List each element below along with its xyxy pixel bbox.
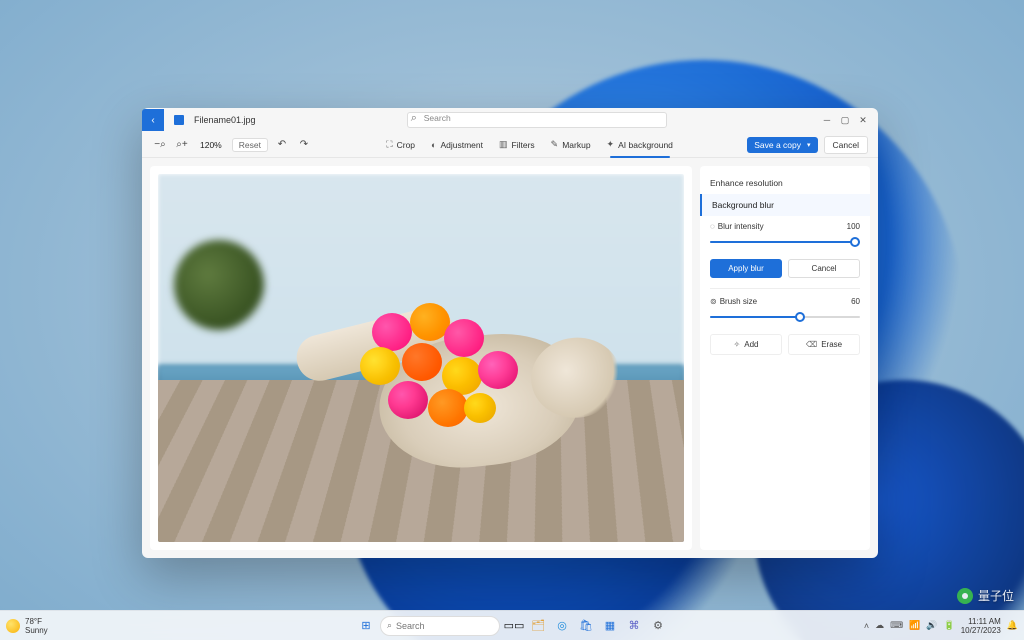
save-label: Save a copy xyxy=(754,140,801,150)
blur-intensity-label: ◌Blur intensity xyxy=(710,222,764,231)
condition: Sunny xyxy=(25,626,48,635)
zoom-in-button[interactable]: ⌕+ xyxy=(174,137,190,153)
image-preview xyxy=(158,174,684,542)
markup-icon: ✎ xyxy=(551,139,559,150)
store-icon[interactable]: 🛍 xyxy=(576,616,596,636)
tab-crop[interactable]: ⛶ Crop xyxy=(381,137,420,152)
file-icon xyxy=(174,115,184,125)
close-button[interactable]: ✕ xyxy=(854,111,872,129)
volume-icon[interactable]: 🔊 xyxy=(926,620,937,631)
temperature: 78°F xyxy=(25,617,48,626)
back-button[interactable]: ‹ xyxy=(142,109,164,131)
toolbar: −⌕ ⌕+ 120% Reset ↶ ↷ ⛶ Crop ◐ Adjustment… xyxy=(142,132,878,158)
search-icon: ⌕ xyxy=(387,620,392,631)
apply-blur-button[interactable]: Apply blur xyxy=(710,259,782,278)
wechat-icon xyxy=(957,588,973,604)
save-copy-button[interactable]: Save a copy ▾ xyxy=(747,137,817,153)
reset-button[interactable]: Reset xyxy=(232,138,268,152)
taskbar-search[interactable]: ⌕ Search xyxy=(380,616,500,636)
add-icon: ✧ xyxy=(734,340,741,349)
background-blur-section[interactable]: Background blur xyxy=(700,194,870,216)
brush-size-label: ⊚Brush size xyxy=(710,297,757,306)
date: 10/27/2023 xyxy=(961,626,1001,635)
system-tray: ˄ ☁ ⌨ 📶 🔊 🔋 11:11 AM 10/27/2023 🔔 xyxy=(864,617,1018,635)
cancel-button[interactable]: Cancel xyxy=(824,136,868,154)
divider xyxy=(710,288,860,289)
brush-size-value: 60 xyxy=(851,297,860,306)
tab-filters[interactable]: ▥ Filters xyxy=(494,137,540,152)
battery-icon[interactable]: 🔋 xyxy=(944,620,955,631)
watermark-text: 量子位 xyxy=(978,587,1014,604)
wifi-icon[interactable]: 📶 xyxy=(909,620,920,631)
taskbar: 78°F Sunny ⊞ ⌕ Search ▭▭ 🗂 ◎ 🛍 ▦ ⌘ ⚙ ˄ ☁… xyxy=(0,610,1024,640)
eraser-icon: ⌫ xyxy=(806,340,817,349)
weather-widget[interactable]: 78°F Sunny xyxy=(6,617,48,635)
photos-app-window: ‹ Filename01.jpg Search ─ ▢ ✕ −⌕ ⌕+ 120%… xyxy=(142,108,878,558)
redo-button[interactable]: ↷ xyxy=(296,137,312,153)
undo-button[interactable]: ↶ xyxy=(274,137,290,153)
minimize-button[interactable]: ─ xyxy=(818,111,836,129)
search-wrap: Search xyxy=(262,112,812,128)
brush-size-slider[interactable] xyxy=(710,310,860,324)
tab-adjustment[interactable]: ◐ Adjustment xyxy=(426,138,488,152)
window-controls: ─ ▢ ✕ xyxy=(818,111,872,129)
tab-label: AI background xyxy=(618,140,673,150)
brush-icon: ⊚ xyxy=(710,297,717,306)
brush-size-row: ⊚Brush size 60 xyxy=(700,291,870,330)
tab-label: Filters xyxy=(512,140,535,150)
maximize-button[interactable]: ▢ xyxy=(836,111,854,129)
adjustment-icon: ◐ xyxy=(431,140,436,150)
teams-icon[interactable]: ⌘ xyxy=(624,616,644,636)
chevron-left-icon: ‹ xyxy=(151,115,154,126)
filename-label: Filename01.jpg xyxy=(194,115,256,125)
explorer-icon[interactable]: 🗂 xyxy=(528,616,548,636)
blur-actions: Apply blur Cancel xyxy=(700,255,870,286)
image-canvas[interactable] xyxy=(150,166,692,550)
add-brush-button[interactable]: ✧ Add xyxy=(710,334,782,355)
blur-intensity-row: ◌Blur intensity 100 xyxy=(700,216,870,255)
crop-icon: ⛶ xyxy=(386,139,392,150)
clock[interactable]: 11:11 AM 10/27/2023 xyxy=(961,617,1001,635)
zoom-level: 120% xyxy=(196,140,226,150)
taskbar-center: ⊞ ⌕ Search ▭▭ 🗂 ◎ 🛍 ▦ ⌘ ⚙ xyxy=(356,616,668,636)
start-button[interactable]: ⊞ xyxy=(356,616,376,636)
chevron-up-icon[interactable]: ˄ xyxy=(864,621,869,631)
tab-label: Adjustment xyxy=(440,140,483,150)
photos-icon[interactable]: ▦ xyxy=(600,616,620,636)
weather-text: 78°F Sunny xyxy=(25,617,48,635)
search-placeholder: Search xyxy=(424,113,451,123)
sparkle-icon: ✦ xyxy=(607,139,615,150)
blur-icon: ◌ xyxy=(710,222,715,231)
notifications-icon[interactable]: 🔔 xyxy=(1007,620,1018,631)
blur-intensity-slider[interactable] xyxy=(710,235,860,249)
time: 11:11 AM xyxy=(961,617,1001,626)
edge-icon[interactable]: ◎ xyxy=(552,616,572,636)
language-icon[interactable]: ⌨ xyxy=(890,620,903,631)
brush-tools: ✧ Add ⌫ Erase xyxy=(700,330,870,359)
editor-body: Enhance resolution Background blur ◌Blur… xyxy=(142,158,878,558)
search-input[interactable]: Search xyxy=(407,112,667,128)
tab-ai-background[interactable]: ✦ AI background xyxy=(602,137,678,152)
tab-markup[interactable]: ✎ Markup xyxy=(546,137,596,152)
chevron-down-icon: ▾ xyxy=(807,141,811,149)
onedrive-icon[interactable]: ☁ xyxy=(875,620,884,631)
filters-icon: ▥ xyxy=(499,139,508,150)
side-panel: Enhance resolution Background blur ◌Blur… xyxy=(700,166,870,550)
enhance-resolution-link[interactable]: Enhance resolution xyxy=(700,172,870,194)
erase-brush-button[interactable]: ⌫ Erase xyxy=(788,334,860,355)
sun-icon xyxy=(6,619,20,633)
zoom-out-button[interactable]: −⌕ xyxy=(152,137,168,153)
titlebar: ‹ Filename01.jpg Search ─ ▢ ✕ xyxy=(142,108,878,132)
tab-label: Markup xyxy=(562,140,590,150)
desktop: ‹ Filename01.jpg Search ─ ▢ ✕ −⌕ ⌕+ 120%… xyxy=(0,0,1024,640)
taskbar-search-label: Search xyxy=(396,621,425,631)
blur-cancel-button[interactable]: Cancel xyxy=(788,259,860,278)
watermark: 量子位 xyxy=(957,587,1014,604)
tab-label: Crop xyxy=(397,140,415,150)
settings-icon[interactable]: ⚙ xyxy=(648,616,668,636)
task-view-button[interactable]: ▭▭ xyxy=(504,616,524,636)
blur-intensity-value: 100 xyxy=(847,222,860,231)
